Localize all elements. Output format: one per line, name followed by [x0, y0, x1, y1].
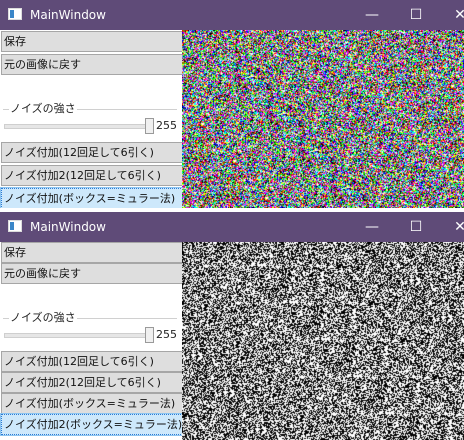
add-noise-2-button[interactable]: ノイズ付加2(12回足して6引く): [1, 165, 183, 186]
main-window-1: MainWindow — ☐ ✕ 保存 元の画像に戻す ノイズの強さ 255 ノ…: [0, 0, 464, 208]
minimize-button[interactable]: —: [352, 212, 392, 242]
close-button[interactable]: ✕: [440, 212, 464, 242]
control-panel: 保存 元の画像に戻す ノイズの強さ 255 ノイズ付加(12回足して6引く) ノ…: [0, 242, 184, 440]
noise-strength-slider-track[interactable]: [4, 124, 152, 129]
image-preview: [182, 242, 464, 440]
noise-image-canvas: [182, 30, 464, 208]
close-button[interactable]: ✕: [440, 0, 464, 30]
add-noise-2-box-muller-button[interactable]: ノイズ付加2(ボックス=ミュラー法): [0, 413, 184, 436]
save-button[interactable]: 保存: [1, 242, 183, 263]
noise-strength-slider-track[interactable]: [4, 333, 152, 338]
noise-strength-slider-thumb[interactable]: [145, 327, 154, 343]
minimize-button[interactable]: —: [352, 0, 392, 30]
add-noise-box-muller-button[interactable]: ノイズ付加(ボックス=ミュラー法): [0, 187, 184, 208]
control-panel: 保存 元の画像に戻す ノイズの強さ 255 ノイズ付加(12回足して6引く) ノ…: [0, 30, 184, 208]
maximize-button[interactable]: ☐: [396, 212, 436, 242]
add-noise-button[interactable]: ノイズ付加(12回足して6引く): [1, 142, 183, 163]
noise-strength-value: 255: [156, 119, 177, 132]
noise-strength-label: ノイズの強さ: [9, 102, 77, 116]
restore-original-button[interactable]: 元の画像に戻す: [1, 263, 183, 284]
noise-strength-slider-thumb[interactable]: [145, 118, 154, 134]
save-button[interactable]: 保存: [1, 31, 183, 52]
add-noise-box-muller-button[interactable]: ノイズ付加(ボックス=ミュラー法): [1, 393, 183, 414]
noise-image-canvas: [182, 242, 464, 440]
window-title: MainWindow: [30, 8, 106, 22]
title-bar[interactable]: MainWindow — ☐ ✕: [0, 212, 464, 242]
add-noise-2-button[interactable]: ノイズ付加2(12回足して6引く): [1, 372, 183, 393]
image-preview: [182, 30, 464, 208]
app-icon: [8, 8, 22, 20]
app-icon: [8, 220, 22, 232]
maximize-button[interactable]: ☐: [396, 0, 436, 30]
restore-original-button[interactable]: 元の画像に戻す: [1, 54, 183, 75]
title-bar[interactable]: MainWindow — ☐ ✕: [0, 0, 464, 30]
noise-strength-label: ノイズの強さ: [9, 311, 77, 325]
window-title: MainWindow: [30, 220, 106, 234]
noise-strength-value: 255: [156, 328, 177, 341]
add-noise-button[interactable]: ノイズ付加(12回足して6引く): [1, 351, 183, 372]
main-window-2: MainWindow — ☐ ✕ 保存 元の画像に戻す ノイズの強さ 255 ノ…: [0, 212, 464, 440]
